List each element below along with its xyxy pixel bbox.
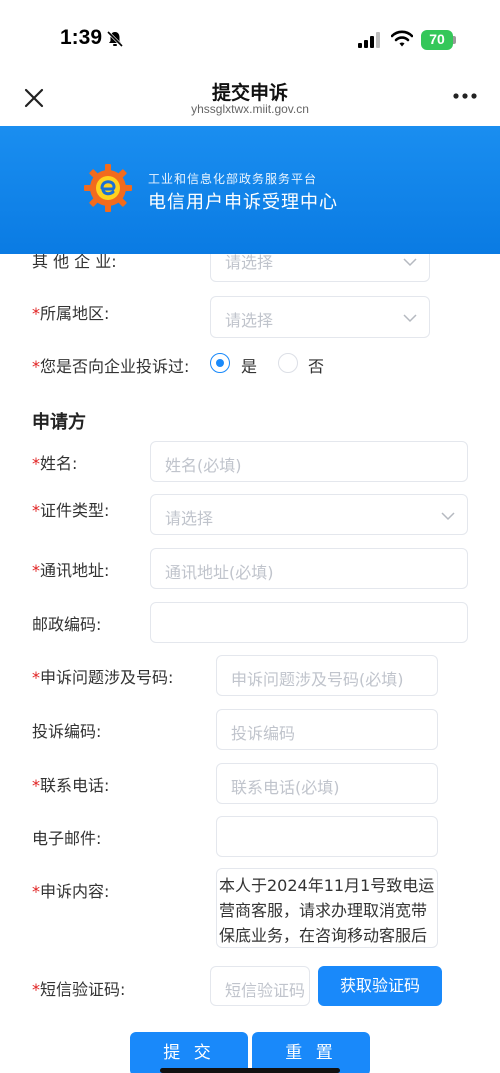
- sms-code-label: *短信验证码:: [32, 980, 126, 999]
- contact-phone-input[interactable]: 联系电话(必填): [216, 763, 438, 804]
- phone-number-row: *申诉问题涉及号码: 申诉问题涉及号码(必填): [0, 654, 500, 698]
- name-placeholder: 姓名(必填): [165, 456, 242, 475]
- email-label: 电子邮件:: [32, 829, 102, 848]
- radio-no[interactable]: [278, 353, 298, 373]
- address-input[interactable]: 通讯地址(必填): [150, 548, 468, 589]
- name-row: *姓名: 姓名(必填): [0, 440, 500, 484]
- chevron-down-icon: [403, 258, 417, 267]
- get-code-button[interactable]: 获取验证码: [318, 966, 442, 1006]
- chevron-down-icon: [441, 512, 455, 521]
- email-input[interactable]: [216, 816, 438, 857]
- complaint-code-input[interactable]: 投诉编码: [216, 709, 438, 750]
- contact-phone-placeholder: 联系电话(必填): [231, 778, 340, 797]
- content-text: 本人于2024年11月1号致电运营商客服，请求办理取消宽带保底业务，在咨询移动客…: [219, 876, 435, 945]
- battery-level: 70: [429, 31, 445, 47]
- complained-before-row: *您是否向企业投诉过: 是 否: [0, 348, 500, 384]
- contact-phone-label: *联系电话:: [32, 776, 110, 795]
- page-title: 提交申诉: [211, 82, 288, 104]
- phone-number-input[interactable]: 申诉问题涉及号码(必填): [216, 655, 438, 696]
- phone-number-label: *申诉问题涉及号码:: [32, 668, 174, 687]
- complained-before-label: *您是否向企业投诉过:: [32, 357, 190, 376]
- banner-subtitle: 工业和信息化部政务服务平台: [148, 172, 318, 186]
- radio-yes[interactable]: [210, 353, 230, 373]
- more-icon[interactable]: [452, 92, 478, 100]
- gear-logo-icon: [84, 164, 132, 212]
- battery-icon: 70: [421, 30, 457, 50]
- submit-button[interactable]: 提 交: [130, 1032, 248, 1073]
- complaint-code-row: 投诉编码: 投诉编码: [0, 708, 500, 752]
- nav-bar: 提交申诉 yhssglxtwx.miit.gov.cn: [0, 70, 500, 126]
- home-indicator: [160, 1068, 340, 1073]
- postcode-row: 邮政编码:: [0, 601, 500, 645]
- chevron-down-icon: [403, 314, 417, 323]
- id-type-row: *证件类型: 请选择: [0, 493, 500, 537]
- radio-no-label: 否: [308, 357, 325, 376]
- status-bar: 1:39 70: [0, 0, 500, 80]
- address-placeholder: 通讯地址(必填): [165, 563, 274, 582]
- id-type-label: *证件类型:: [32, 501, 110, 520]
- name-input[interactable]: 姓名(必填): [150, 441, 468, 482]
- name-label: *姓名:: [32, 454, 78, 473]
- id-type-placeholder: 请选择: [165, 509, 214, 528]
- content-textarea[interactable]: 本人于2024年11月1号致电运营商客服，请求办理取消宽带保底业务，在咨询移动客…: [216, 868, 438, 948]
- email-row: 电子邮件:: [0, 815, 500, 859]
- cellular-signal-icon: [358, 32, 380, 48]
- wifi-icon: [391, 30, 413, 47]
- region-label: *所属地区:: [32, 304, 110, 323]
- complaint-code-placeholder: 投诉编码: [231, 724, 296, 743]
- postcode-label: 邮政编码:: [32, 615, 102, 634]
- postcode-input[interactable]: [150, 602, 468, 643]
- bell-slash-icon: [106, 30, 124, 48]
- id-type-select[interactable]: 请选择: [150, 494, 468, 535]
- section-title-applicant: 申请方: [32, 412, 86, 433]
- region-placeholder: 请选择: [225, 311, 274, 330]
- sms-code-input[interactable]: 短信验证码: [210, 966, 310, 1006]
- content-label: *申诉内容:: [32, 882, 110, 901]
- complaint-code-label: 投诉编码:: [32, 722, 102, 741]
- status-time: 1:39: [60, 26, 103, 49]
- reset-button[interactable]: 重 置: [252, 1032, 370, 1073]
- contact-phone-row: *联系电话: 联系电话(必填): [0, 762, 500, 806]
- header-banner: 工业和信息化部政务服务平台 电信用户申诉受理中心: [0, 126, 500, 254]
- sms-code-placeholder: 短信验证码: [225, 981, 306, 1000]
- banner-title: 电信用户申诉受理中心: [148, 192, 338, 213]
- address-label: *通讯地址:: [32, 561, 110, 580]
- phone-number-placeholder: 申诉问题涉及号码(必填): [231, 670, 404, 689]
- region-row: *所属地区: 请选择: [0, 294, 500, 344]
- page-domain: yhssglxtwx.miit.gov.cn: [191, 102, 309, 116]
- radio-yes-label: 是: [241, 357, 258, 376]
- region-select[interactable]: 请选择: [210, 296, 430, 338]
- address-row: *通讯地址: 通讯地址(必填): [0, 547, 500, 591]
